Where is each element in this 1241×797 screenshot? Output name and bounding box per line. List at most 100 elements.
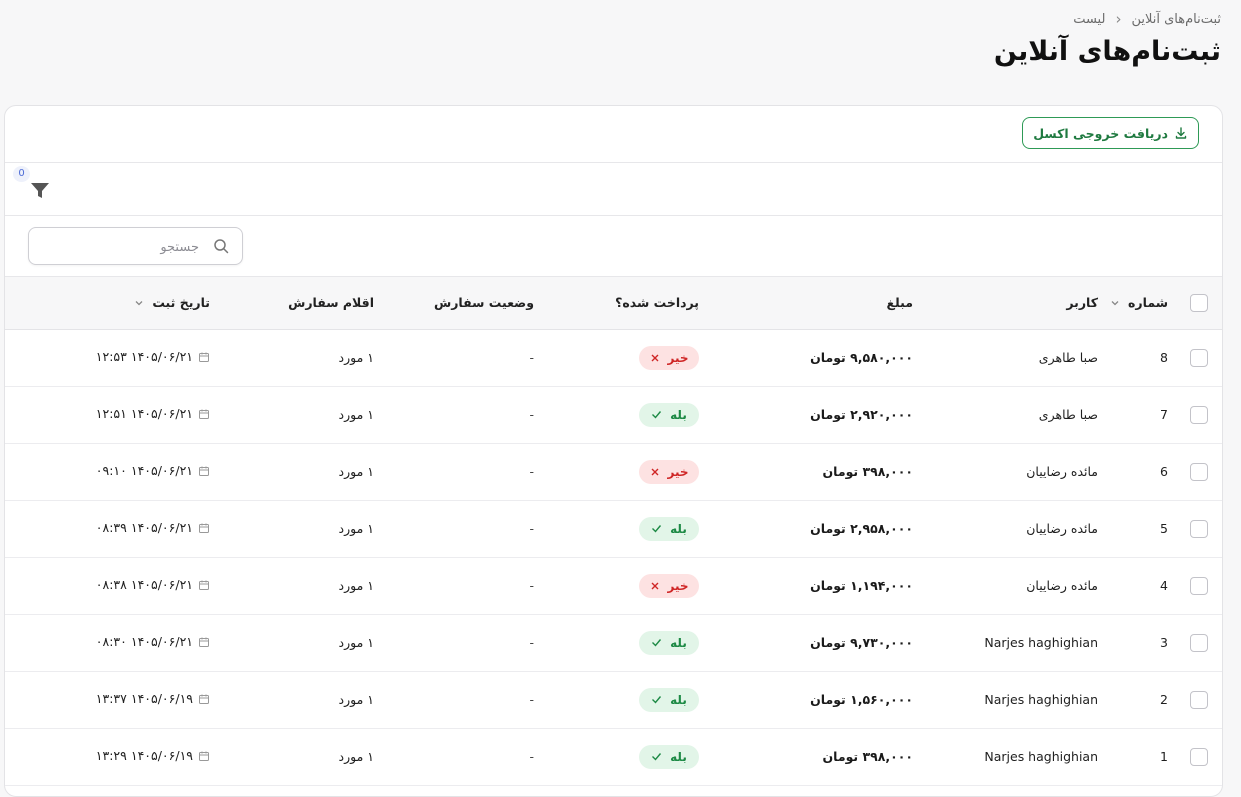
search-box (28, 227, 243, 266)
row-order-status-cell: - (384, 671, 534, 728)
row-amount: ۹,۷۳۰,۰۰۰ تومان (810, 635, 913, 650)
table-row[interactable]: 8 صبا طاهری ۹,۵۸۰,۰۰۰ تومان خیر - ۱ مورد ۱۴۰۵/… (5, 329, 1222, 386)
row-items: ۱ مورد (338, 407, 374, 422)
table-row[interactable]: 5 مائده رضاییان ۲,۹۵۸,۰۰۰ تومان بله - ۱ مورد ۱… (5, 500, 1222, 557)
table-row[interactable]: 3 Narjes haghighian ۹,۷۳۰,۰۰۰ تومان بله - ۱ م… (5, 614, 1222, 671)
row-select-cell (1176, 329, 1222, 386)
row-date: ۱۴۰۵/۰۶/۱۹ ۱۳:۲۹ (95, 748, 193, 764)
row-date: ۱۴۰۵/۰۶/۲۱ ۰۸:۳۰ (95, 634, 193, 650)
paid-status-badge: بله (639, 516, 699, 541)
row-order-status-cell: - (384, 557, 534, 614)
row-checkbox[interactable] (1190, 690, 1208, 709)
row-number: 6 (1160, 464, 1168, 479)
row-select-cell (1176, 614, 1222, 671)
row-items: ۱ مورد (338, 578, 374, 593)
row-items: ۱ مورد (338, 635, 374, 650)
chevron-down-icon[interactable] (1110, 298, 1120, 308)
export-excel-button[interactable]: دریافت خروجی اکسل (1022, 117, 1199, 149)
header-date[interactable]: تاریخ ثبت (5, 277, 224, 329)
row-amount-cell: ۹,۵۸۰,۰۰۰ تومان (713, 329, 928, 386)
row-number: 2 (1160, 692, 1168, 707)
table-row[interactable]: 6 مائده رضاییان ۳۹۸,۰۰۰ تومان خیر - ۱ مورد ۱۴۰… (5, 443, 1222, 500)
calendar-icon (199, 694, 209, 704)
row-amount: ۹,۵۸۰,۰۰۰ تومان (810, 350, 913, 365)
check-icon (652, 411, 662, 419)
row-user: Narjes haghighian (984, 635, 1098, 650)
row-select-cell (1176, 671, 1222, 728)
row-order-status-cell: - (384, 728, 534, 785)
paid-status-label: بله (670, 407, 687, 422)
paid-status-label: بله (670, 635, 687, 650)
row-amount-cell: ۲,۹۲۰,۰۰۰ تومان (713, 386, 928, 443)
check-icon (652, 696, 662, 704)
row-date-cell: ۱۴۰۵/۰۶/۲۱ ۰۹:۱۰ (5, 443, 224, 500)
row-order-status: - (529, 464, 534, 479)
table-row[interactable]: 7 صبا طاهری ۲,۹۲۰,۰۰۰ تومان بله - ۱ مورد ۱۴۰۵/… (5, 386, 1222, 443)
row-paid-cell: خیر (534, 329, 713, 386)
row-checkbox[interactable] (1190, 462, 1208, 481)
row-checkbox[interactable] (1190, 747, 1208, 766)
row-checkbox[interactable] (1190, 633, 1208, 652)
calendar-icon (199, 466, 209, 476)
breadcrumb: ثبت‌نام‌های آنلاین › لیست (1073, 10, 1221, 28)
header-number[interactable]: شماره (1108, 277, 1176, 329)
filter-count-badge: 0 (13, 166, 30, 182)
row-order-status-cell: - (384, 386, 534, 443)
registrations-table: شماره کاربر مبلغ پرداخت شده؟ وضعیت سفارش… (5, 277, 1222, 786)
chevron-left-icon: › (1115, 10, 1122, 28)
row-amount-cell: ۱,۵۶۰,۰۰۰ تومان (713, 671, 928, 728)
row-date: ۱۴۰۵/۰۶/۱۹ ۱۳:۳۷ (95, 691, 193, 707)
row-paid-cell: خیر (534, 557, 713, 614)
select-all-checkbox[interactable] (1190, 293, 1208, 312)
table-header-row: شماره کاربر مبلغ پرداخت شده؟ وضعیت سفارش… (5, 277, 1222, 329)
row-user: مائده رضاییان (1026, 521, 1098, 536)
row-number: 5 (1160, 521, 1168, 536)
row-user: Narjes haghighian (984, 692, 1098, 707)
page-title: ثبت‌نام‌های آنلاین (993, 36, 1221, 67)
row-checkbox[interactable] (1190, 348, 1208, 367)
row-select-cell (1176, 443, 1222, 500)
row-number: 4 (1160, 578, 1168, 593)
row-amount: ۱,۱۹۴,۰۰۰ تومان (810, 578, 913, 593)
row-date-cell: ۱۴۰۵/۰۶/۱۹ ۱۳:۲۹ (5, 728, 224, 785)
chevron-down-icon[interactable] (134, 298, 144, 308)
paid-status-badge: بله (639, 630, 699, 655)
header-date-label: تاریخ ثبت (152, 295, 210, 311)
row-order-status-cell: - (384, 614, 534, 671)
header-number-label: شماره (1128, 295, 1168, 311)
calendar-icon (199, 751, 209, 761)
row-amount-cell: ۳۹۸,۰۰۰ تومان (713, 443, 928, 500)
header-amount: مبلغ (886, 295, 913, 311)
row-number: 7 (1160, 407, 1168, 422)
row-date: ۱۴۰۵/۰۶/۲۱ ۰۸:۳۸ (95, 577, 193, 593)
header-select-cell (1176, 277, 1222, 329)
row-date: ۱۴۰۵/۰۶/۲۱ ۱۲:۵۳ (95, 349, 193, 365)
funnel-icon[interactable] (29, 179, 51, 201)
row-order-status: - (529, 749, 534, 764)
paid-status-badge: بله (639, 402, 699, 427)
row-checkbox[interactable] (1190, 405, 1208, 424)
row-select-cell (1176, 386, 1222, 443)
row-paid-cell: بله (534, 500, 713, 557)
calendar-icon (199, 409, 209, 419)
row-user: مائده رضاییان (1026, 578, 1098, 593)
table-row[interactable]: 4 مائده رضاییان ۱,۱۹۴,۰۰۰ تومان خیر - ۱ مورد ۱… (5, 557, 1222, 614)
download-icon (1175, 127, 1187, 139)
row-checkbox[interactable] (1190, 576, 1208, 595)
row-order-status: - (529, 350, 534, 365)
row-items: ۱ مورد (338, 521, 374, 536)
row-amount-cell: ۳۹۸,۰۰۰ تومان (713, 728, 928, 785)
search-input[interactable] (37, 228, 201, 266)
calendar-icon (199, 580, 209, 590)
table-row[interactable]: 1 Narjes haghighian ۳۹۸,۰۰۰ تومان بله - ۱ مور… (5, 728, 1222, 785)
row-items: ۱ مورد (338, 464, 374, 479)
row-number: 1 (1160, 749, 1168, 764)
row-paid-cell: بله (534, 386, 713, 443)
paid-status-label: خیر (667, 350, 689, 365)
row-checkbox[interactable] (1190, 519, 1208, 538)
table-row[interactable]: 2 Narjes haghighian ۱,۵۶۰,۰۰۰ تومان بله - ۱ م… (5, 671, 1222, 728)
paid-status-badge: خیر (639, 345, 699, 370)
breadcrumb-parent-link[interactable]: ثبت‌نام‌های آنلاین (1131, 12, 1221, 27)
row-amount-cell: ۲,۹۵۸,۰۰۰ تومان (713, 500, 928, 557)
row-amount-cell: ۱,۱۹۴,۰۰۰ تومان (713, 557, 928, 614)
